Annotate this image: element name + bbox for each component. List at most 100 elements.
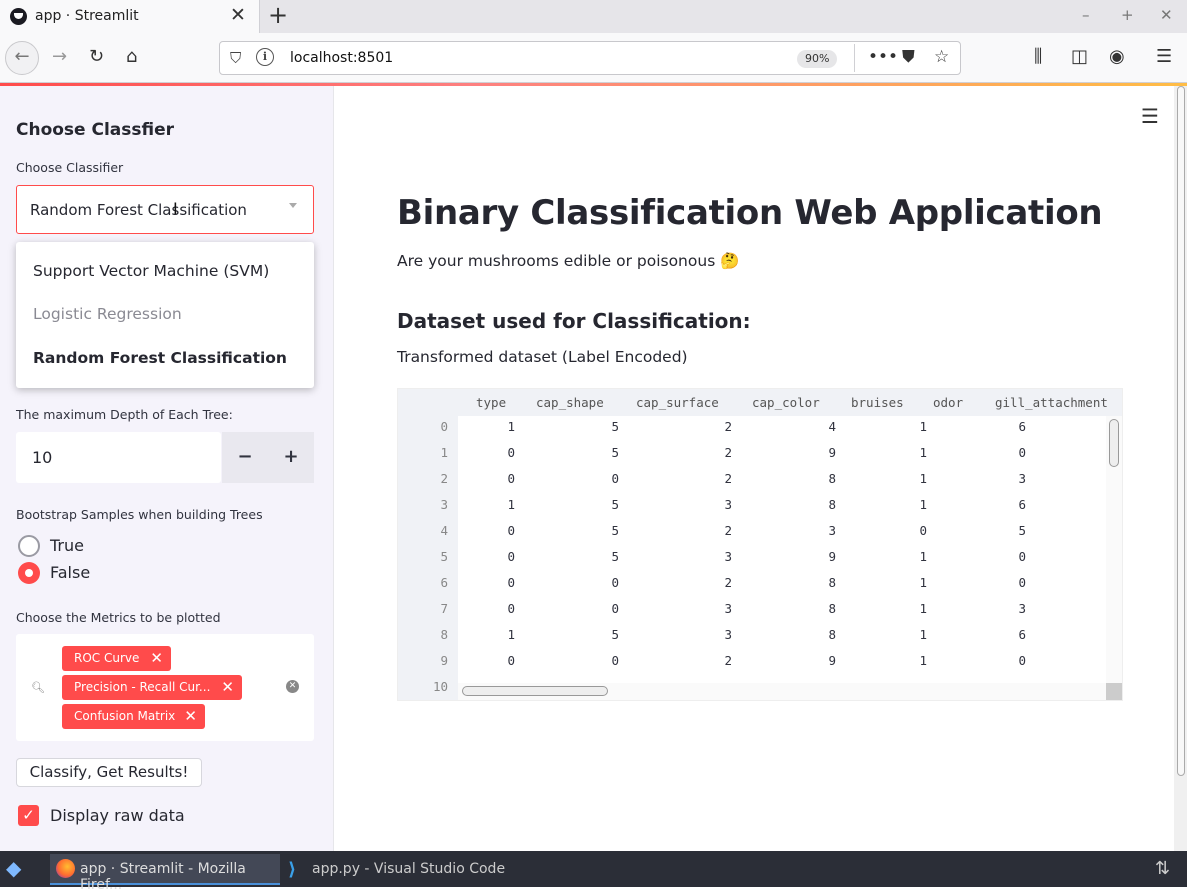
depth-increment-button[interactable]: +	[268, 432, 314, 483]
table-cell[interactable]: 1	[867, 445, 927, 460]
table-cell[interactable]: 6	[966, 497, 1026, 512]
table-cell[interactable]: 1	[867, 653, 927, 668]
display-raw-checkbox[interactable]: ✓	[18, 805, 39, 826]
remove-chip-icon[interactable]: ✕	[184, 704, 197, 729]
table-cell[interactable]: 8	[776, 601, 836, 616]
back-icon[interactable]: ←	[5, 41, 39, 75]
table-cell[interactable]: 5	[966, 523, 1026, 538]
table-cell[interactable]: 2	[672, 653, 732, 668]
table-cell[interactable]: 1	[867, 419, 927, 434]
classifier-select[interactable]: Random Forest Classification I	[16, 185, 314, 234]
table-cell[interactable]: 3	[672, 497, 732, 512]
window-close-icon[interactable]: ✕	[1160, 6, 1173, 24]
table-cell[interactable]: 9	[776, 653, 836, 668]
option-random-forest[interactable]: Random Forest Classification	[33, 349, 287, 367]
table-cell[interactable]: 1	[867, 627, 927, 642]
table-cell[interactable]: 3	[672, 627, 732, 642]
classify-button[interactable]: Classify, Get Results!	[16, 758, 202, 787]
table-horizontal-scrollbar[interactable]	[458, 683, 1106, 700]
library-icon[interactable]: ⫼	[1034, 46, 1042, 67]
table-cell[interactable]: 0	[455, 445, 515, 460]
table-cell[interactable]: 5	[559, 627, 619, 642]
depth-input[interactable]: 10	[16, 432, 221, 483]
sidebar-icon[interactable]: ◫	[1071, 46, 1088, 67]
table-cell[interactable]: 0	[455, 575, 515, 590]
column-header[interactable]: gill_attachment	[995, 395, 1108, 410]
close-tab-icon[interactable]: ✕	[230, 4, 246, 26]
column-header[interactable]: cap_color	[752, 395, 820, 410]
table-cell[interactable]: 0	[455, 471, 515, 486]
column-header[interactable]: cap_shape	[536, 395, 604, 410]
table-cell[interactable]: 0	[559, 601, 619, 616]
table-cell[interactable]: 8	[776, 471, 836, 486]
table-cell[interactable]: 1	[867, 549, 927, 564]
start-menu-icon[interactable]: ◆	[6, 856, 34, 882]
table-cell[interactable]: 1	[867, 601, 927, 616]
table-cell[interactable]: 5	[559, 419, 619, 434]
dataframe[interactable]: type cap_shape cap_surface cap_color bru…	[397, 388, 1123, 701]
column-header[interactable]: type	[476, 395, 506, 410]
table-cell[interactable]: 0	[559, 471, 619, 486]
table-cell[interactable]: 1	[867, 471, 927, 486]
url-bar[interactable]: ⛉ i localhost:8501 90% ••• ⛊ ☆	[219, 41, 961, 75]
table-vertical-scrollbar[interactable]	[1106, 416, 1122, 683]
table-cell[interactable]: 0	[455, 653, 515, 668]
display-raw-label[interactable]: Display raw data	[50, 806, 185, 825]
table-cell[interactable]: 5	[559, 523, 619, 538]
table-cell[interactable]: 0	[455, 549, 515, 564]
table-cell[interactable]: 0	[966, 549, 1026, 564]
home-icon[interactable]: ⌂	[126, 46, 137, 67]
table-cell[interactable]: 2	[672, 419, 732, 434]
maximize-icon[interactable]: +	[1121, 6, 1134, 24]
table-cell[interactable]: 0	[559, 653, 619, 668]
table-cell[interactable]: 6	[966, 627, 1026, 642]
radio-false-label[interactable]: False	[50, 563, 90, 582]
table-cell[interactable]: 3	[966, 601, 1026, 616]
hamburger-menu-icon[interactable]: ☰	[1141, 104, 1159, 128]
column-header[interactable]: bruises	[851, 395, 904, 410]
table-cell[interactable]: 2	[672, 471, 732, 486]
table-cell[interactable]: 2	[672, 575, 732, 590]
radio-false[interactable]	[18, 562, 40, 584]
table-cell[interactable]: 0	[966, 653, 1026, 668]
table-cell[interactable]: 6	[966, 419, 1026, 434]
pocket-icon[interactable]: ⛊	[902, 47, 915, 67]
radio-true[interactable]	[18, 535, 40, 557]
table-cell[interactable]: 3	[776, 523, 836, 538]
table-cell[interactable]: 8	[776, 575, 836, 590]
table-cell[interactable]: 5	[559, 445, 619, 460]
table-cell[interactable]: 3	[672, 549, 732, 564]
table-cell[interactable]: 0	[455, 601, 515, 616]
table-cell[interactable]: 8	[776, 627, 836, 642]
column-header[interactable]: cap_surface	[636, 395, 719, 410]
table-cell[interactable]: 2	[672, 445, 732, 460]
info-icon[interactable]: i	[256, 48, 274, 66]
table-cell[interactable]: 9	[776, 549, 836, 564]
clear-all-icon[interactable]: ✕	[286, 680, 299, 693]
url-text[interactable]: localhost:8501	[290, 50, 393, 66]
table-cell[interactable]: 0	[559, 575, 619, 590]
forward-icon[interactable]: →	[52, 46, 67, 67]
taskbar-vscode[interactable]: ⟩ app.py - Visual Studio Code	[284, 854, 514, 885]
metrics-multiselect[interactable]: 🔍︎ ROC Curve ✕ Precision - Recall Cur...…	[16, 634, 314, 741]
table-cell[interactable]: 0	[966, 445, 1026, 460]
taskbar-firefox[interactable]: app · Streamlit - Mozilla Firef...	[50, 854, 280, 893]
scroll-thumb[interactable]	[1177, 86, 1185, 776]
reload-icon[interactable]: ↻	[89, 46, 104, 67]
remove-chip-icon[interactable]: ✕	[150, 646, 163, 671]
option-logistic-regression[interactable]: Logistic Regression	[33, 305, 182, 323]
account-icon[interactable]: ◉	[1109, 46, 1125, 67]
table-cell[interactable]: 0	[455, 523, 515, 538]
option-svm[interactable]: Support Vector Machine (SVM)	[33, 262, 269, 280]
table-cell[interactable]: 1	[455, 497, 515, 512]
table-cell[interactable]: 3	[966, 471, 1026, 486]
table-cell[interactable]: 2	[672, 523, 732, 538]
table-cell[interactable]: 5	[559, 497, 619, 512]
table-cell[interactable]: 5	[559, 549, 619, 564]
more-icon[interactable]: •••	[868, 47, 898, 67]
menu-icon[interactable]: ☰	[1156, 46, 1172, 67]
table-cell[interactable]: 1	[455, 419, 515, 434]
minimize-icon[interactable]: –	[1082, 6, 1090, 24]
tab-streamlit[interactable]: app · Streamlit ✕	[0, 0, 260, 33]
depth-decrement-button[interactable]: −	[222, 432, 268, 483]
